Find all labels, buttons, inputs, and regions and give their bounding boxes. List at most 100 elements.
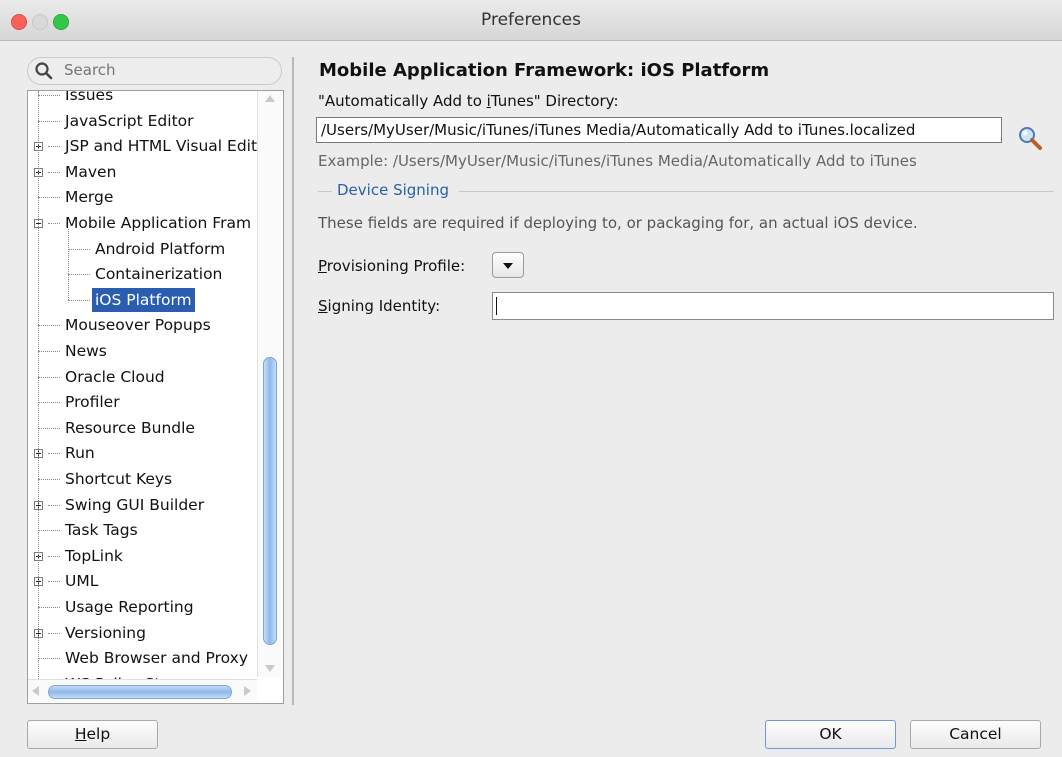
window-title: Preferences [481, 10, 581, 30]
tree-connector-line [38, 658, 60, 660]
signing-identity-label-rest: igning Identity: [327, 297, 441, 315]
tree-item[interactable]: Resource Bundle [62, 416, 198, 440]
tree-connector-line [38, 197, 60, 199]
tree-item[interactable]: News [62, 339, 110, 363]
chevron-down-icon [503, 263, 513, 269]
tree-connector-line [48, 504, 60, 506]
device-signing-section-title: Device Signing [337, 181, 449, 199]
tree-item[interactable]: Versioning [62, 621, 149, 645]
tree-connector-line [48, 555, 60, 557]
tree-item[interactable]: UML [62, 569, 101, 593]
tree-connector-line [38, 95, 60, 96]
tree-connector-line [68, 274, 90, 276]
tree-item[interactable]: Issues [62, 91, 116, 107]
tree-vertical-guide [38, 91, 39, 691]
tree-item-label: Oracle Cloud [65, 367, 165, 386]
panel-splitter[interactable] [292, 57, 294, 705]
section-divider-left [318, 191, 332, 192]
tree-connector-line [38, 530, 60, 532]
tree-item-label: Resource Bundle [65, 418, 195, 437]
provisioning-profile-mnemonic: P [318, 257, 327, 275]
tree-item[interactable]: JavaScript Editor [62, 109, 197, 133]
itunes-directory-label-start: "Automatically Add to [318, 92, 487, 110]
scroll-left-arrow-icon[interactable] [32, 686, 39, 696]
tree-connector-line [48, 453, 60, 455]
tree-connector-line [48, 632, 60, 634]
browse-magnifier-icon[interactable] [1016, 124, 1046, 154]
tree-item-label: Swing GUI Builder [65, 495, 205, 514]
tree-item-label: Android Platform [95, 239, 226, 258]
scroll-right-arrow-icon[interactable] [244, 686, 251, 696]
signing-identity-field[interactable] [492, 292, 1054, 320]
tree-connector-line [48, 223, 60, 224]
tree-item[interactable]: Usage Reporting [62, 595, 197, 619]
tree-item[interactable]: Web Browser and Proxy [62, 646, 251, 670]
scroll-down-arrow-icon[interactable] [265, 665, 275, 672]
tree-horizontal-scrollbar[interactable] [28, 679, 257, 702]
scroll-up-arrow-icon[interactable] [265, 95, 275, 102]
tree-item[interactable]: Task Tags [62, 518, 141, 542]
tree-item-label: iOS Platform [92, 287, 195, 312]
tree-connector-line [38, 351, 60, 352]
tree-item-label: Mobile Application Fram [65, 214, 252, 232]
tree-connector-line [48, 171, 60, 173]
tree-item[interactable]: Swing GUI Builder [62, 493, 207, 517]
search-box[interactable] [27, 57, 282, 85]
tree-item[interactable]: TopLink [62, 544, 126, 568]
tree-connector-line [38, 120, 60, 122]
signing-identity-mnemonic: S [318, 297, 328, 315]
itunes-directory-label-end: Tunes" Directory: [490, 92, 619, 110]
help-button-mnemonic: H [74, 725, 87, 743]
tree-connector-line [48, 581, 60, 583]
help-button-label: elp [86, 725, 111, 743]
tree-item-label: Usage Reporting [65, 598, 194, 616]
tree-item[interactable]: iOS Platform [92, 287, 195, 312]
tree-item-label: Merge [65, 188, 114, 207]
tree-item[interactable]: Mobile Application Fram [62, 211, 254, 235]
tree-connector-line [68, 248, 90, 250]
tree-item[interactable]: Shortcut Keys [62, 467, 175, 491]
tree-item-label: Maven [65, 162, 117, 181]
tree-item[interactable]: Android Platform [92, 237, 228, 261]
tree-item[interactable]: Run [62, 441, 98, 465]
tree-connector-line [38, 607, 60, 608]
example-text: Example: /Users/MyUser/Music/iTunes/iTun… [318, 152, 917, 170]
tree-vertical-scrollbar[interactable] [257, 91, 281, 677]
tree-item[interactable]: JSP and HTML Visual Edit [62, 134, 260, 158]
tree-item-label: Task Tags [65, 521, 138, 540]
tree-connector-line [38, 479, 60, 480]
tree-connector-line [68, 299, 90, 301]
itunes-directory-field[interactable]: /Users/MyUser/Music/iTunes/iTunes Media/… [316, 117, 1002, 143]
help-button[interactable]: Help [27, 720, 158, 749]
provisioning-profile-dropdown[interactable] [492, 252, 524, 278]
tree-item-label: Shortcut Keys [65, 470, 173, 488]
title-bar: Preferences [0, 0, 1062, 41]
cancel-button[interactable]: Cancel [910, 720, 1041, 749]
tree-item-label: Containerization [95, 265, 223, 284]
preferences-tree[interactable]: Issues JavaScript Editor JSP and HTML Visu… [27, 90, 284, 704]
tree-item[interactable]: Maven [62, 160, 119, 184]
text-cursor [496, 297, 497, 315]
tree-item[interactable]: Merge [62, 185, 116, 209]
ok-button[interactable]: OK [765, 720, 896, 749]
tree-item-label: Run [65, 444, 95, 463]
horizontal-scroll-thumb[interactable] [48, 685, 232, 699]
tree-item-label: JavaScript Editor [65, 111, 194, 130]
search-input[interactable] [64, 60, 274, 80]
itunes-directory-label: "Automatically Add to iTunes" Directory: [318, 92, 619, 110]
tree-item[interactable]: Oracle Cloud [62, 365, 168, 389]
vertical-scroll-thumb[interactable] [263, 357, 277, 645]
tree-connector-line [48, 146, 60, 148]
tree-item-label: UML [65, 572, 99, 591]
tree-connector-line [38, 427, 60, 429]
tree-item[interactable]: Containerization [92, 262, 225, 286]
tree-item-label: JSP and HTML Visual Edit [65, 137, 258, 156]
tree-item-label: Mouseover Popups [65, 316, 211, 335]
page-title: Mobile Application Framework: iOS Platfo… [319, 60, 770, 81]
tree-item-label: TopLink [65, 546, 123, 565]
tree-item[interactable]: Mouseover Popups [62, 313, 214, 337]
signing-identity-label: Signing Identity: [318, 297, 440, 315]
tree-item[interactable]: Profiler [62, 390, 123, 414]
tree-item-label: News [65, 342, 107, 360]
tree-item-label: Versioning [65, 623, 146, 642]
